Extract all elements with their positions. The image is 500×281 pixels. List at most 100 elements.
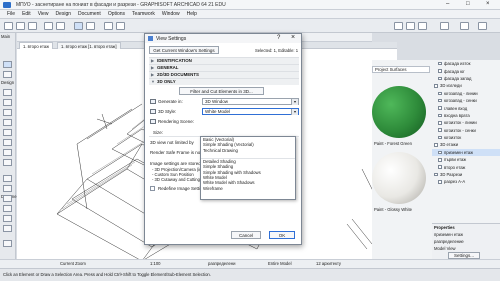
zoom-field[interactable]: Current Zoom [60,261,86,266]
dialog-close-icon[interactable]: × [291,34,295,41]
view-icon [438,180,442,184]
rendering-scene-label: Rendering Scene: [158,119,195,124]
wall-tool-icon[interactable] [3,89,12,96]
minimize-icon[interactable]: – [446,1,449,7]
slab-tool-icon[interactable] [3,139,12,146]
menu-window[interactable]: Window [162,11,180,17]
new-file-icon[interactable] [4,22,13,30]
view-icon [438,121,442,125]
model-combo[interactable]: Entire Model [268,261,292,266]
menu-file[interactable]: File [7,11,15,17]
stair-tool-icon[interactable] [3,159,12,166]
text-tool-icon[interactable] [3,185,12,192]
expand-arrow-icon: ▶ [151,58,155,64]
pen-set-combo[interactable]: 12 архитекту [316,261,341,266]
dialog-title-bar: View Settings ? × [145,34,301,43]
dropdown-option[interactable]: Wireframe [201,185,295,191]
filter-cut-elements-button[interactable]: Filter and Cut Elements in 3D... [179,87,264,95]
tree-item[interactable]: второ етаж [432,163,500,170]
marquee-icon[interactable] [86,22,95,30]
ok-button[interactable]: OK [269,231,295,239]
view-icon [438,98,442,103]
get-current-settings-button[interactable]: Get Current Window's Settings [149,46,219,54]
arrow-tool-icon[interactable] [3,61,12,68]
3d-style-select[interactable]: White Model ▾ [202,108,299,115]
section-general[interactable]: ▶ GENERAL [149,64,299,71]
dimension-tool-icon[interactable] [3,175,12,182]
tree-item[interactable]: фасада юг [432,67,500,74]
undo-icon[interactable] [44,22,53,30]
tree-item[interactable]: югозапад - сенки [432,97,500,104]
tab-floor-plan[interactable]: 1. второ етаж [19,42,53,49]
dialog-icon [148,36,153,41]
close-icon[interactable]: × [486,1,490,7]
expand-arrow-icon: ▶ [151,65,155,71]
tab-3d-window[interactable]: 1. второ етаж [1. второ етаж] [57,42,121,49]
menu-document[interactable]: Document [78,11,101,17]
tree-item[interactable]: югоизток - линии [432,119,500,126]
fill-tool-icon[interactable] [3,205,12,212]
more-tools-icon[interactable] [3,240,12,247]
roof-tool-icon[interactable] [3,149,12,156]
open-file-icon[interactable] [16,22,25,30]
window-tool-icon[interactable] [3,109,12,116]
tree-item[interactable]: югозапад - линии [432,90,500,97]
view-icon [438,69,442,73]
scale-field[interactable]: 1:100 [150,261,160,266]
layer-combo[interactable]: разпределени [208,261,235,266]
tree-item[interactable]: главен вход [432,104,500,111]
tree-item[interactable]: фасада запад [432,75,500,82]
tree-item-selected[interactable]: приземен етаж [432,148,500,157]
label-tool-icon[interactable] [3,195,12,202]
redefine-checkbox[interactable] [150,186,155,191]
menu-options[interactable]: Options [108,11,125,17]
window-title: МПУО - заснетиране на пониат в фасади и … [16,2,226,8]
render-icon[interactable] [460,22,469,30]
pointer-tool-icon[interactable] [74,22,83,30]
tree-item[interactable]: първи етаж [432,156,500,163]
layers-icon[interactable] [104,22,113,30]
section-2d3d-documents[interactable]: ▶ 2D/3D DOCUMENTS [149,71,299,78]
beam-tool-icon[interactable] [3,129,12,136]
tree-item[interactable]: фасада изток [432,60,500,67]
help-icon[interactable]: ? [277,35,280,41]
find-select-icon[interactable] [418,22,427,30]
menu-teamwork[interactable]: Teamwork [132,11,155,17]
elevation-icon[interactable] [406,22,415,30]
glossy-white-swatch[interactable] [372,152,426,204]
column-tool-icon[interactable] [3,119,12,126]
teamwork-icon[interactable] [440,22,449,30]
tree-folder[interactable]: 3D Разрези [432,171,500,178]
door-tool-icon[interactable] [3,99,12,106]
folder-icon [434,84,438,88]
menu-design[interactable]: Design [55,11,71,17]
properties-settings-button[interactable]: Settings... [448,252,480,259]
toolbox-design-label: Design [1,80,15,85]
marquee-tool-icon[interactable] [3,71,12,78]
menu-edit[interactable]: Edit [22,11,31,17]
surfaces-header[interactable]: Project Surfaces [372,66,430,73]
tree-item[interactable]: югоизток [432,134,500,141]
view-icon [438,113,442,118]
redo-icon[interactable] [56,22,65,30]
menu-help[interactable]: Help [187,11,197,17]
section-icon[interactable] [394,22,403,30]
maximize-icon[interactable]: □ [466,1,470,7]
tree-folder[interactable]: 3D изгледи [432,82,500,89]
collapse-arrow-icon: ▼ [151,79,155,85]
forest-green-swatch[interactable] [372,86,426,138]
arc-tool-icon[interactable] [3,225,12,232]
tree-item[interactable]: югоизток - сенки [432,127,500,134]
generate-in-select[interactable]: 3D Window ▾ [202,98,299,105]
settings-gear-icon[interactable] [478,22,487,30]
tree-folder[interactable]: 3D етажи [432,141,500,148]
section-3d-only[interactable]: ▼ 3D ONLY [149,78,299,85]
section-identification[interactable]: ▶ IDENTIFICATION [149,57,299,64]
tree-item[interactable]: входна врата [432,112,500,119]
menu-view[interactable]: View [38,11,49,17]
cancel-button[interactable]: Cancel [231,231,261,239]
line-tool-icon[interactable] [3,215,12,222]
save-icon[interactable] [28,22,37,30]
3d-view-icon[interactable] [116,22,125,30]
tree-item[interactable]: разрез А-А [432,178,500,185]
